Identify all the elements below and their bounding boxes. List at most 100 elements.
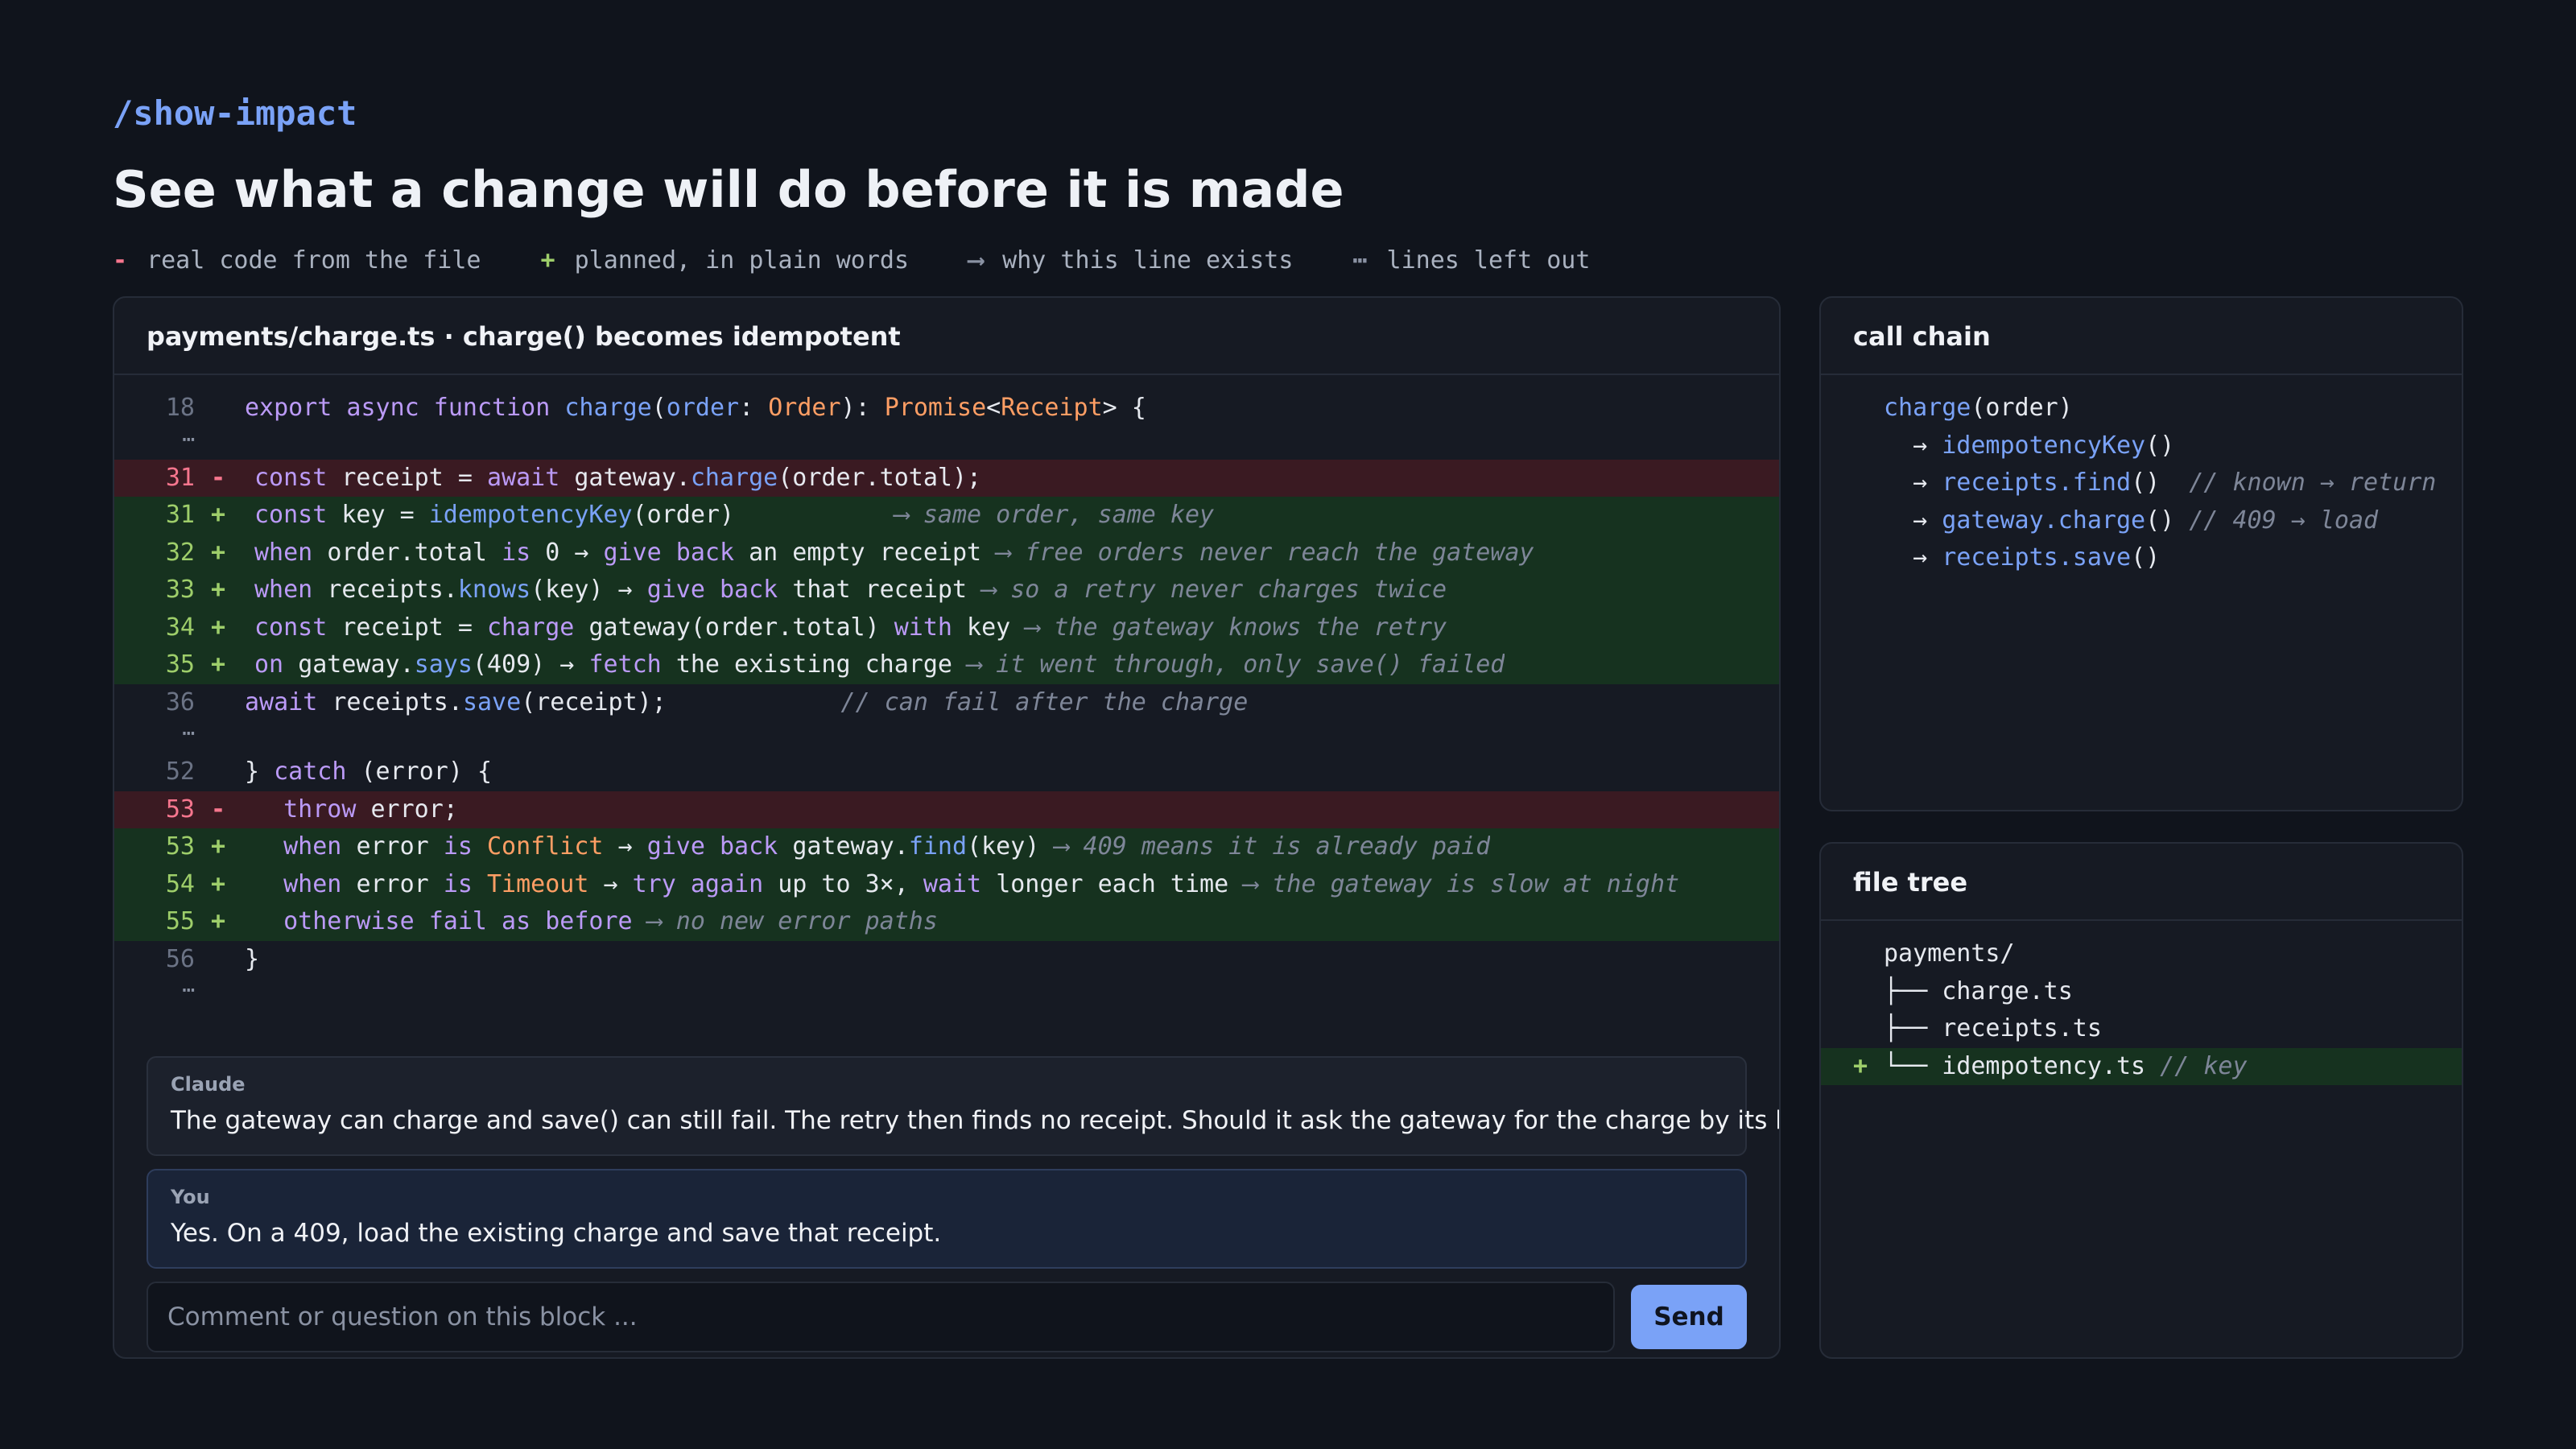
code-token: (key) → (530, 576, 647, 604)
line-code: const receipt = await gateway.charge(ord… (225, 460, 981, 497)
plus-icon: + (210, 501, 225, 529)
code-token: ): (840, 394, 885, 422)
plus-icon: + (210, 869, 225, 898)
code-token: says (414, 650, 473, 679)
plus-icon: + (210, 613, 225, 642)
file-tree-list: payments/ ├── charge.ts ├── receipts.ts + └─… (1821, 921, 2462, 1085)
code-token: longer each time (996, 869, 1244, 898)
code-token: receipt = (341, 463, 487, 492)
file-tree-item-added[interactable]: + └── idempotency.ts // key (1821, 1047, 2462, 1085)
code-token: charge (1884, 394, 1971, 422)
code-token: gateway. (574, 463, 691, 492)
code-token: error; (370, 795, 458, 824)
code-token: export async function (245, 394, 565, 422)
code-comment: ⟶ the gateway knows the retry (1025, 613, 1447, 642)
code-token: give back (603, 538, 749, 567)
plus-icon: + (210, 907, 225, 935)
code-token: (order) (1971, 394, 2073, 422)
line-code: when receipts.knows(key) → give back tha… (225, 572, 1447, 609)
long-arrow-icon: ⟶ (968, 246, 984, 275)
code-token: when (254, 538, 328, 567)
code-token: () (2145, 431, 2175, 460)
removed-line: 53- throw error; (114, 791, 1779, 828)
plus-icon: + (210, 576, 225, 604)
code-token: try again (632, 869, 778, 898)
file-tree-panel: file tree payments/ ├── charge.ts ├── rece… (1819, 842, 2463, 1359)
code-token: receipts. (332, 687, 463, 716)
code-comment: ⟶ 409 means it is already paid (1054, 832, 1491, 861)
code-token: error (356, 832, 444, 861)
code-token: when (254, 576, 328, 604)
code-token: ├── charge.ts (1884, 976, 2073, 1005)
minus-icon: - (210, 463, 225, 492)
line-code: when error is Conflict → give back gatew… (225, 828, 1490, 866)
code-token: } (245, 758, 275, 786)
code-token: give back (646, 576, 793, 604)
chat-thread: Claude The gateway can charge and save()… (147, 1056, 1779, 1352)
code-token: → (1884, 431, 1942, 460)
code-token: () (2131, 543, 2161, 572)
comment-input[interactable] (147, 1282, 1615, 1352)
line-number: 55 (165, 907, 195, 935)
code-token: the existing charge (675, 650, 968, 679)
minus-icon: - (210, 795, 225, 824)
added-line: 35 + on gateway.says(409) → fetch the exis… (114, 646, 1779, 684)
code-token: receipt = (341, 613, 487, 642)
message-author: You (171, 1186, 210, 1208)
line-code: export async function charge(order: Orde… (195, 390, 1146, 427)
line-code: await receipts.save(receipt); // can fai… (195, 684, 1248, 722)
line-code: when order.total is 0 → give back an emp… (225, 535, 1534, 572)
code-token: (receipt); (521, 687, 841, 716)
user-message: You Yes. On a 409, load the existing cha… (147, 1169, 1747, 1269)
comment-composer: Send (147, 1282, 1747, 1352)
code-token: receipts. (327, 576, 458, 604)
code-token: gateway. (792, 832, 909, 861)
code-token: (409) → (472, 650, 589, 679)
code-token: fetch (588, 650, 676, 679)
plus-icon: + (210, 650, 225, 679)
legend-label: lines left out (1386, 246, 1591, 275)
code-token: Conflict (487, 832, 618, 861)
file-tree-item[interactable]: payments/ (1821, 935, 2462, 973)
code-token: is (443, 832, 487, 861)
code-comment: ⟶ the gateway is slow at night (1243, 869, 1680, 898)
line-number: 31 (165, 463, 195, 492)
code-token: is (502, 538, 546, 567)
code-token: receipts.find (1942, 469, 2132, 497)
code-token: payments/ (1884, 939, 2015, 968)
code-token: error (356, 869, 444, 898)
line-code: } (195, 941, 259, 979)
code-comment: ⟶ no new error paths (646, 907, 938, 935)
code-token: } (245, 944, 260, 973)
code-token: charge (564, 394, 652, 422)
message-text: Yes. On a 409, load the existing charge … (171, 1219, 942, 1248)
code-token: on (254, 650, 299, 679)
call-chain-item: → gateway.charge() // 409 → load (1821, 502, 2462, 540)
file-tree-item[interactable]: ├── receipts.ts (1821, 1010, 2462, 1048)
context-line: 36 await receipts.save(receipt); // can f… (114, 684, 1779, 722)
send-button[interactable]: Send (1631, 1285, 1747, 1349)
line-code: const receipt = charge gateway(order.tot… (225, 609, 1447, 647)
call-chain-item: → receipts.save() (1821, 539, 2462, 577)
code-token: save (462, 687, 522, 716)
added-line: 53 + when error is Conflict → give back g… (114, 828, 1779, 866)
code-token: an empty receipt (749, 538, 997, 567)
line-code: } catch (error) { (195, 753, 492, 791)
code-token: gateway.charge (1942, 506, 2146, 535)
plus-icon: + (210, 832, 225, 861)
message-author: Claude (171, 1073, 246, 1096)
code-token: ( (651, 394, 667, 422)
code-token: gateway(order.total) (588, 613, 894, 642)
code-token: └── idempotency.ts (1884, 1051, 2161, 1080)
code-token: Timeout (487, 869, 604, 898)
code-comment: // 409 → load (2189, 506, 2379, 535)
file-tree-item[interactable]: ├── charge.ts (1821, 973, 2462, 1011)
added-line: 54 + when error is Timeout → try again up… (114, 865, 1779, 903)
code-token: knows (457, 576, 531, 604)
code-token: (order) (632, 501, 894, 529)
claude-message: Claude The gateway can charge and save()… (147, 1056, 1779, 1156)
line-number: 31 (165, 501, 195, 529)
